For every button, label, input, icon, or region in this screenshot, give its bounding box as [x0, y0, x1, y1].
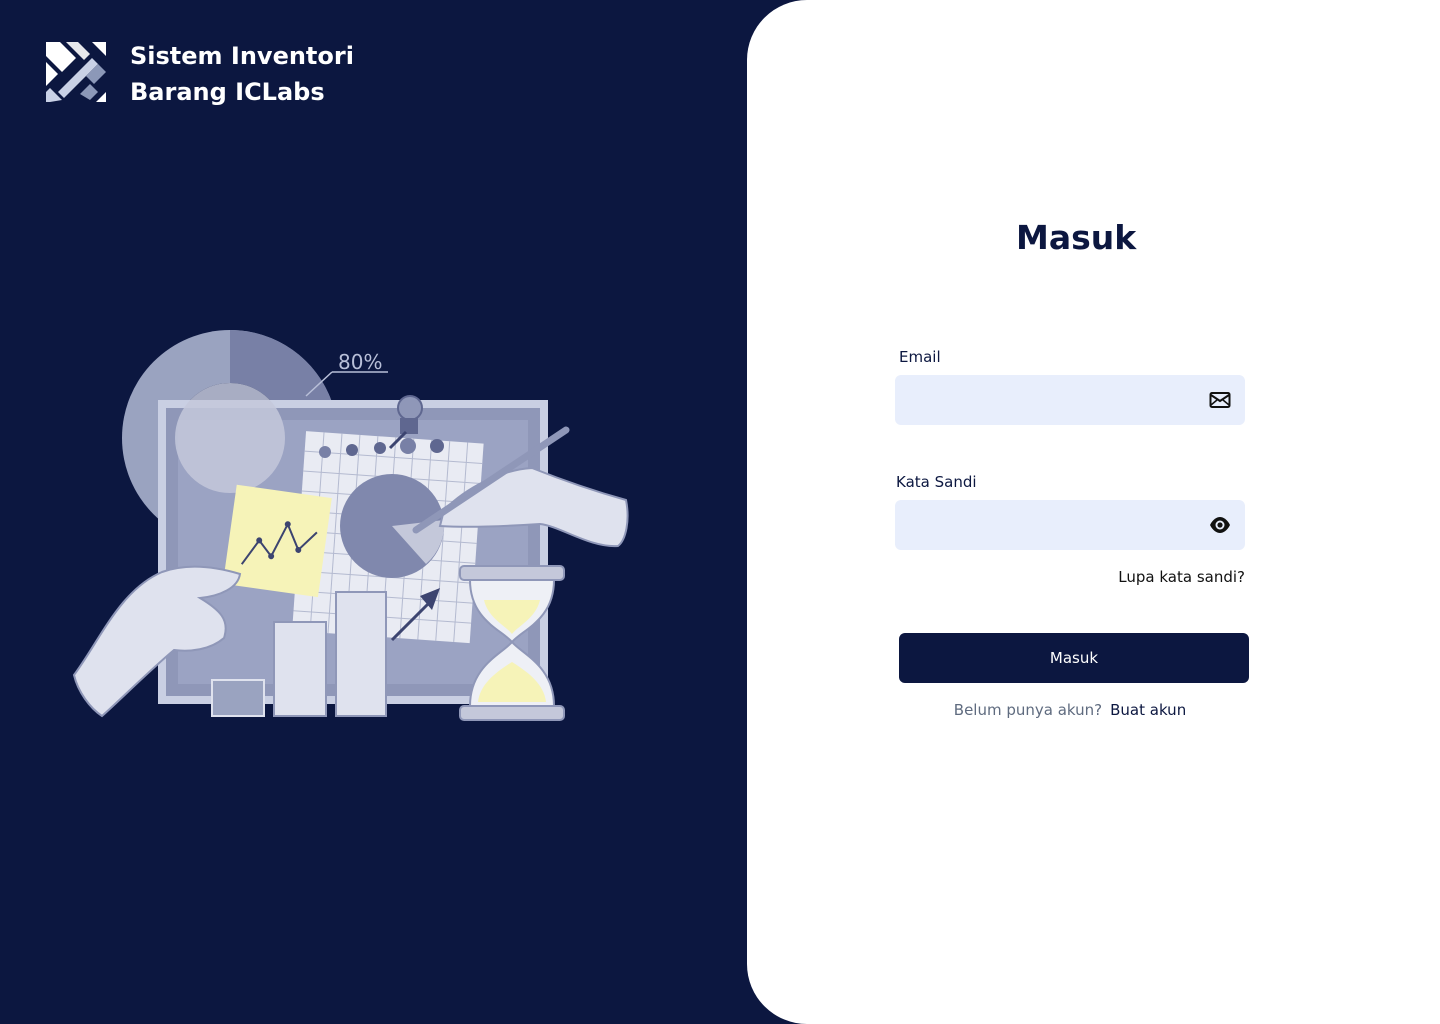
iclabs-logo-icon: [46, 42, 106, 102]
app-title: Sistem Inventori Barang ICLabs: [130, 38, 360, 110]
login-panel: Masuk Email Kata Sandi Lupa kata sandi? …: [747, 0, 1440, 1024]
forgot-password-link[interactable]: Lupa kata sandi?: [1105, 567, 1245, 587]
password-input[interactable]: [895, 500, 1195, 550]
email-input[interactable]: [895, 375, 1195, 425]
create-account-link[interactable]: Buat akun: [1110, 701, 1186, 719]
email-field[interactable]: [895, 375, 1245, 425]
eye-icon[interactable]: [1209, 515, 1231, 535]
percent-label: 80%: [338, 350, 382, 374]
login-button[interactable]: Masuk: [899, 633, 1249, 683]
left-panel: Sistem Inventori Barang ICLabs 80%: [0, 0, 800, 1024]
signup-prompt: Belum punya akun?: [953, 701, 1103, 719]
password-field[interactable]: [895, 500, 1245, 550]
analytics-illustration: 80%: [72, 329, 629, 721]
signup-row: Belum punya akun? Buat akun: [895, 699, 1245, 721]
envelope-icon: [1209, 392, 1231, 408]
page-title: Masuk: [1016, 218, 1137, 257]
app-title-line2: Barang ICLabs: [130, 78, 325, 106]
email-label: Email: [899, 348, 941, 366]
brand: Sistem Inventori Barang ICLabs: [46, 42, 360, 110]
password-label: Kata Sandi: [896, 473, 977, 491]
app-title-line1: Sistem Inventori: [130, 42, 354, 70]
